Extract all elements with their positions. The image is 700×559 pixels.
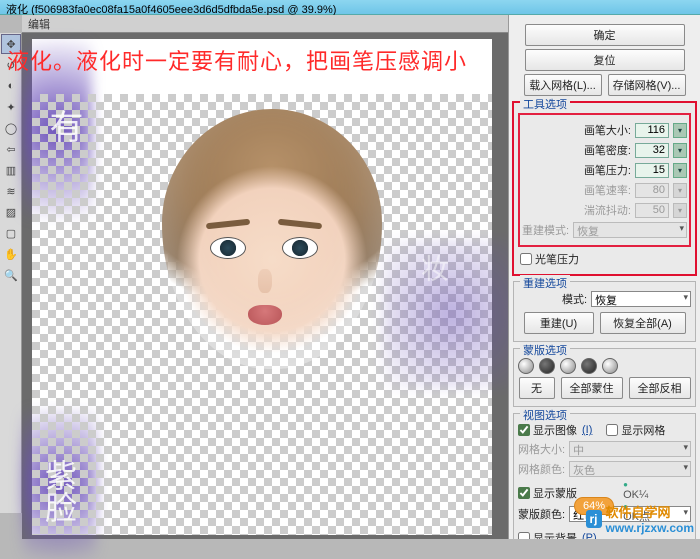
mask-mode-subtract-icon[interactable]: [560, 358, 576, 374]
mask-none-button[interactable]: 无: [519, 377, 555, 399]
group-title: 工具选项: [520, 96, 570, 112]
brush-size-label: 画笔大小:: [584, 122, 631, 138]
turbulent-jitter-input: 50: [635, 203, 669, 218]
show-mesh-label: 显示网格: [621, 422, 665, 438]
liquify-canvas[interactable]: 有 紫脸 妆 液化。液化时一定要有耐心，把画笔压感调小: [32, 39, 492, 535]
group-title: 视图选项: [520, 407, 570, 423]
mesh-size-select: 中: [569, 441, 691, 457]
stylus-pressure-checkbox[interactable]: 光笔压力: [520, 251, 579, 267]
dialog-titlebar: 液化 (f506983fa0ec08fa15a0f4605eee3d6d5dfb…: [0, 0, 700, 15]
brush-size-dropdown-icon[interactable]: ▾: [673, 123, 687, 138]
stylus-pressure-label: 光笔压力: [535, 251, 579, 267]
save-mesh-button[interactable]: 存储网格(V)...: [608, 74, 686, 96]
restore-all-button[interactable]: 恢复全部(A): [600, 312, 686, 334]
hand-tool[interactable]: ✋: [1, 244, 21, 264]
options-panel: 确定 复位 载入网格(L)... 存储网格(V)... 工具选项 画笔大小: 1…: [508, 15, 700, 539]
illust-mouth: [248, 305, 282, 325]
reconstruct-button[interactable]: 重建(U): [524, 312, 594, 334]
brush-pressure-label: 画笔压力:: [584, 162, 631, 178]
decor-script-right: 妆: [412, 254, 452, 282]
tool-options-group: 工具选项 画笔大小: 116 ▾ 画笔密度: 32 ▾ 画笔压力: 15 ▾ 画…: [513, 102, 696, 275]
show-mask-checkbox[interactable]: 显示蒙版: [518, 485, 577, 501]
freeze-mask-tool[interactable]: ▨: [1, 202, 21, 222]
show-mask-label: 显示蒙版: [533, 485, 577, 501]
illust-eye: [282, 237, 318, 259]
illust-nose: [258, 269, 272, 293]
mesh-size-label: 网格大小:: [518, 441, 565, 457]
watermark-url: www.rjzxw.com: [606, 521, 694, 535]
brush-pressure-dropdown-icon[interactable]: ▾: [673, 163, 687, 178]
mesh-color-label: 网格颜色:: [518, 461, 565, 477]
turbulence-tool[interactable]: ≋: [1, 181, 21, 201]
mirror-tool[interactable]: ▥: [1, 160, 21, 180]
mask-mode-replace-icon[interactable]: [518, 358, 534, 374]
thaw-mask-tool[interactable]: ▢: [1, 223, 21, 243]
load-mesh-button[interactable]: 载入网格(L)...: [524, 74, 602, 96]
reconstruct-mode-label: 重建模式:: [522, 222, 569, 238]
stylus-pressure-input[interactable]: [520, 253, 532, 265]
mask-all-button[interactable]: 全部蒙住: [561, 377, 623, 399]
show-background-label: 显示背景: [533, 530, 577, 539]
reset-button[interactable]: 复位: [525, 49, 685, 71]
mask-options-group: 蒙版选项 无 全部蒙住 全部反相: [513, 348, 696, 407]
watermark-brand: 软件自学网: [606, 505, 671, 520]
decor-script-bottom: 紫脸: [36, 459, 82, 523]
mask-color-label: 蒙版颜色:: [518, 506, 565, 522]
show-mask-input[interactable]: [518, 487, 530, 499]
liquify-toolbar: ✥ ↺ ◐ ✦ ◯ ⇦ ▥ ≋ ▨ ▢ ✋ 🔍: [0, 33, 22, 513]
brush-density-label: 画笔密度:: [584, 142, 631, 158]
watermark-badge: rj: [586, 510, 602, 528]
twirl-cw-tool[interactable]: ◐: [1, 76, 21, 96]
zoom-tool[interactable]: 🔍: [1, 265, 21, 285]
menu-bar: 编辑: [22, 15, 508, 33]
brush-density-dropdown-icon[interactable]: ▾: [673, 143, 687, 158]
bloat-tool[interactable]: ◯: [1, 118, 21, 138]
turbulent-jitter-label: 湍流抖动:: [584, 202, 631, 218]
pucker-tool[interactable]: ✦: [1, 97, 21, 117]
ok-button[interactable]: 确定: [525, 24, 685, 46]
brush-rate-label: 画笔速率:: [584, 182, 631, 198]
mode-label: 模式:: [562, 291, 587, 307]
show-mesh-input[interactable]: [606, 424, 618, 436]
reconstruct-options-group: 重建选项 模式: 恢复 重建(U) 恢复全部(A): [513, 281, 696, 342]
illust-eye: [210, 237, 246, 259]
menu-edit[interactable]: 编辑: [28, 16, 50, 32]
decor-script-top: 有: [38, 109, 87, 143]
highlight-box: 画笔大小: 116 ▾ 画笔密度: 32 ▾ 画笔压力: 15 ▾ 画笔速率: …: [518, 113, 691, 247]
brush-rate-dropdown-icon: ▾: [673, 183, 687, 198]
mask-mode-row: [518, 358, 691, 374]
show-background-input[interactable]: [518, 532, 530, 539]
reconstruct-mode-select: 恢复: [573, 222, 687, 238]
turbulent-jitter-dropdown-icon: ▾: [673, 203, 687, 218]
group-title: 重建选项: [520, 275, 570, 291]
canvas-area: 编辑 有 紫脸 妆 液化。液化时一定要有耐心，把画笔压感调小: [22, 15, 508, 539]
show-image-input[interactable]: [518, 424, 530, 436]
brush-rate-input: 80: [635, 183, 669, 198]
mask-mode-add-icon[interactable]: [539, 358, 555, 374]
show-image-checkbox[interactable]: 显示图像 (I): [518, 422, 592, 438]
mask-invert-button[interactable]: 全部反相: [629, 377, 691, 399]
brush-pressure-input[interactable]: 15: [635, 163, 669, 178]
decor-purple-right: [382, 239, 522, 389]
group-title: 蒙版选项: [520, 342, 570, 358]
mask-mode-invert-icon[interactable]: [602, 358, 618, 374]
illust-brow: [278, 219, 322, 230]
brush-density-input[interactable]: 32: [635, 143, 669, 158]
mesh-color-select: 灰色: [569, 461, 691, 477]
annotation-text: 液化。液化时一定要有耐心，把画笔压感调小: [7, 44, 492, 76]
show-mesh-checkbox[interactable]: 显示网格: [606, 422, 665, 438]
mode-select[interactable]: 恢复: [591, 291, 691, 307]
show-image-hotkey: (I): [582, 424, 592, 436]
watermark: rj 软件自学网 www.rjzxw.com: [586, 502, 694, 535]
brush-size-input[interactable]: 116: [635, 123, 669, 138]
illust-brow: [206, 219, 250, 230]
mask-mode-intersect-icon[interactable]: [581, 358, 597, 374]
push-left-tool[interactable]: ⇦: [1, 139, 21, 159]
show-image-label: 显示图像: [533, 422, 577, 438]
